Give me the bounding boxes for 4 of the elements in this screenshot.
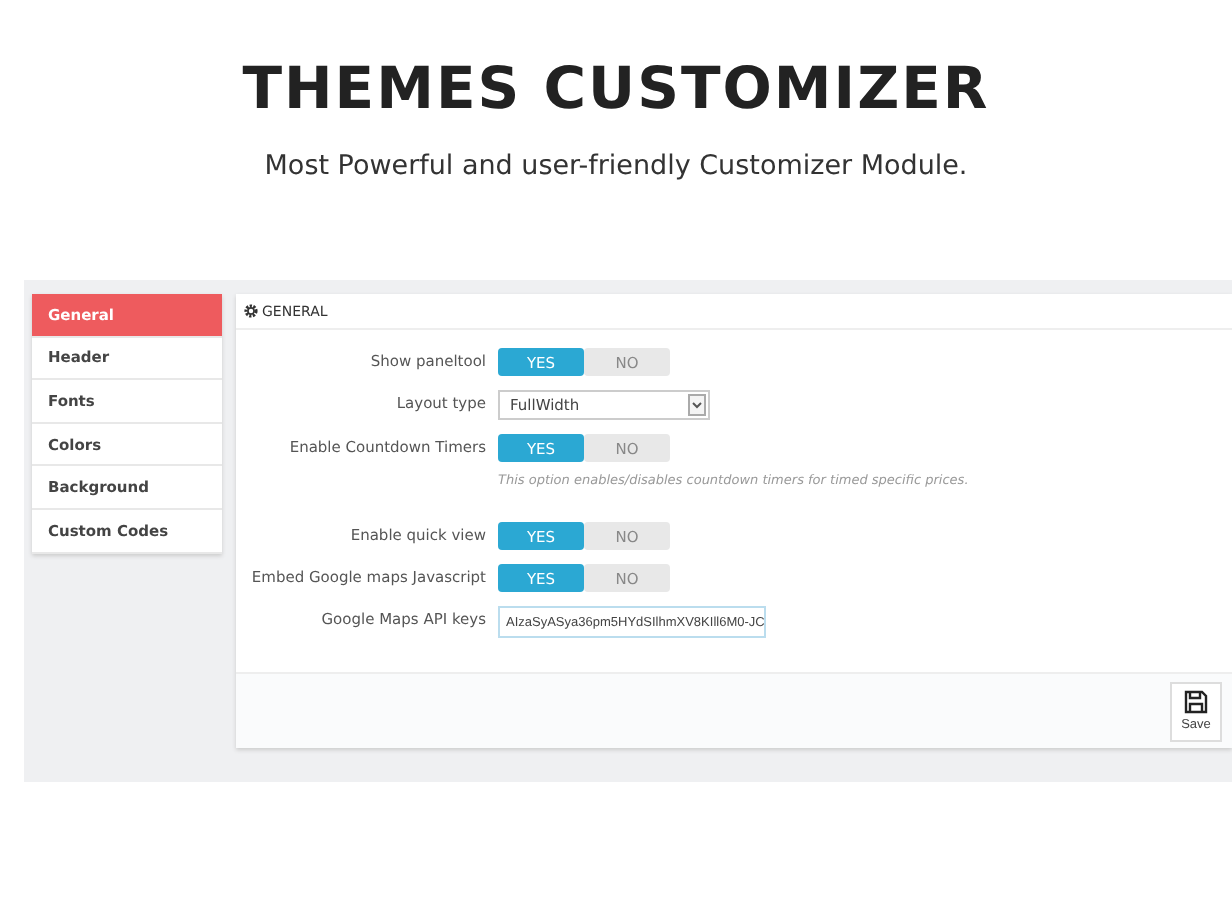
page-subtitle: Most Powerful and user-friendly Customizer Module. [262,150,970,182]
gear-icon [244,304,258,318]
page-heading: THEMES CUSTOMIZER [240,54,992,122]
chevron-down-icon [688,394,706,416]
